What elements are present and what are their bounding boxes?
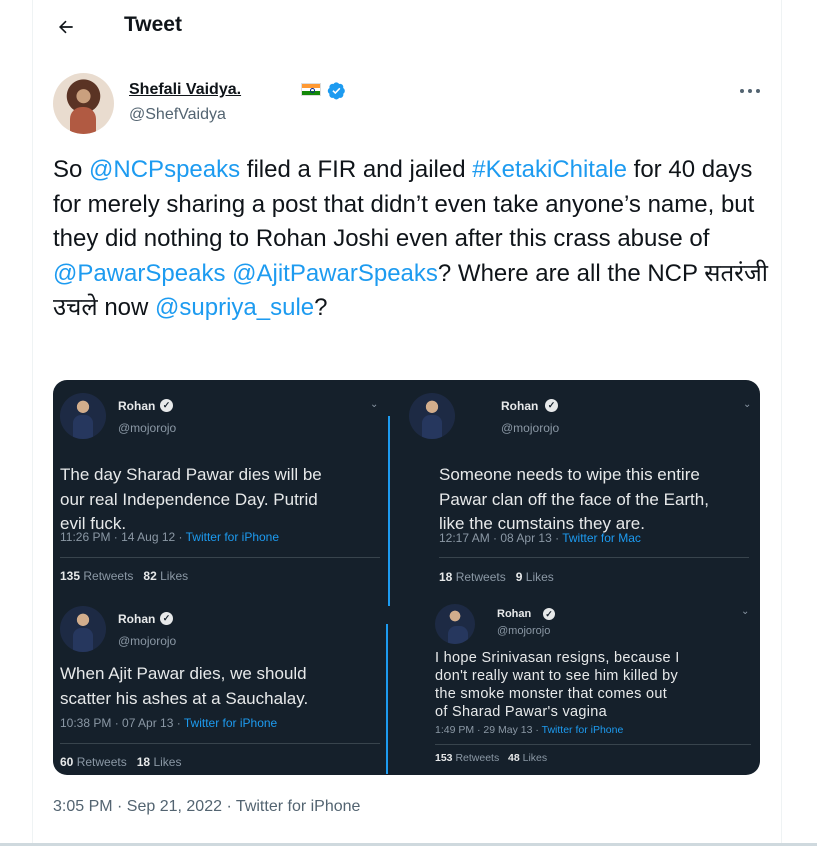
screenshot-stats: 60 Retweets 18 Likes bbox=[60, 755, 182, 769]
screenshot-name: Rohan bbox=[501, 399, 539, 413]
screenshot-meta: 12:17 AM · 08 Apr 13 · Twitter for Mac bbox=[439, 531, 641, 545]
mention-link[interactable]: @supriya_sule bbox=[155, 294, 314, 321]
screenshot-name: Rohan bbox=[118, 612, 156, 626]
tweet-text-segment: filed a FIR and jailed bbox=[240, 156, 473, 183]
screenshot-handle: @mojorojo bbox=[118, 634, 177, 648]
tweet-author: Shefali Vaidya. @ShefVaidya bbox=[53, 73, 763, 135]
author-display-name[interactable]: Shefali Vaidya. bbox=[129, 81, 241, 99]
screenshot-body: I hope Srinivasan resigns, because Idon'… bbox=[435, 650, 680, 720]
mention-link[interactable]: #KetakiChitale bbox=[472, 156, 627, 183]
screenshot-handle: @mojorojo bbox=[118, 421, 177, 435]
verified-badge-icon bbox=[327, 82, 345, 100]
tweet-text-segment: So bbox=[53, 156, 90, 183]
avatar bbox=[60, 393, 106, 439]
mention-link[interactable]: @PawarSpeaks bbox=[53, 260, 225, 287]
page-header: Tweet bbox=[33, 0, 783, 53]
more-button[interactable] bbox=[737, 81, 763, 101]
india-flag-icon bbox=[301, 83, 321, 96]
avatar[interactable] bbox=[53, 73, 114, 134]
media-divider bbox=[386, 624, 388, 774]
avatar bbox=[435, 604, 475, 644]
screenshot-body: When Ajit Pawar dies, we should scatter h… bbox=[60, 664, 309, 708]
screenshot-stats: 18 Retweets 9 Likes bbox=[439, 570, 554, 584]
screenshot-name: Rohan bbox=[118, 399, 156, 413]
author-handle[interactable]: @ShefVaidya bbox=[129, 106, 226, 124]
tweet-timestamp[interactable]: 3:05 PM · Sep 21, 2022 · Twitter for iPh… bbox=[53, 798, 360, 816]
verified-badge-icon: ✓ bbox=[160, 399, 173, 412]
screenshot-meta: 11:26 PM · 14 Aug 12 · Twitter for iPhon… bbox=[60, 530, 280, 544]
page-title: Tweet bbox=[124, 13, 182, 36]
tweet-text: So @NCPspeaks filed a FIR and jailed #Ke… bbox=[53, 153, 768, 326]
tweet-text-segment: ? bbox=[314, 294, 328, 321]
screenshot-body: The day Sharad Pawar dies will be our rea… bbox=[60, 465, 322, 533]
more-horizontal-icon bbox=[740, 89, 760, 93]
mention-link[interactable]: @AjitPawarSpeaks bbox=[232, 260, 438, 287]
avatar bbox=[409, 393, 455, 439]
verified-badge-icon: ✓ bbox=[543, 608, 555, 620]
tweet-column: Tweet Shefali Vaidya. @ShefVaidya So @NC… bbox=[32, 0, 782, 846]
verified-badge-icon: ✓ bbox=[160, 612, 173, 625]
arrow-left-icon bbox=[59, 20, 73, 34]
screenshot-meta: 10:38 PM · 07 Apr 13 · Twitter for iPhon… bbox=[60, 716, 278, 730]
tweet-media-image[interactable]: Rohan ✓ @mojorojo ⌄ The day Sharad Pawar… bbox=[53, 380, 760, 775]
screenshot-handle: @mojorojo bbox=[497, 625, 551, 637]
screenshot-stats: 153 Retweets 48 Likes bbox=[435, 752, 548, 764]
screenshot-meta: 1:49 PM · 29 May 13 · Twitter for iPhone bbox=[435, 724, 624, 736]
back-button[interactable] bbox=[51, 12, 81, 42]
mention-link[interactable]: @NCPspeaks bbox=[89, 156, 240, 183]
screenshot-body: Someone needs to wipe this entire Pawar c… bbox=[439, 465, 709, 533]
chevron-down-icon: ⌄ bbox=[741, 606, 750, 617]
media-divider bbox=[388, 416, 390, 606]
avatar bbox=[60, 606, 106, 652]
chevron-down-icon: ⌄ bbox=[743, 399, 752, 410]
screenshot-name: Rohan bbox=[497, 608, 532, 620]
screenshot-stats: 135 Retweets 82 Likes bbox=[60, 569, 189, 583]
chevron-down-icon: ⌄ bbox=[370, 399, 379, 410]
screenshot-handle: @mojorojo bbox=[501, 421, 560, 435]
verified-badge-icon: ✓ bbox=[545, 399, 558, 412]
